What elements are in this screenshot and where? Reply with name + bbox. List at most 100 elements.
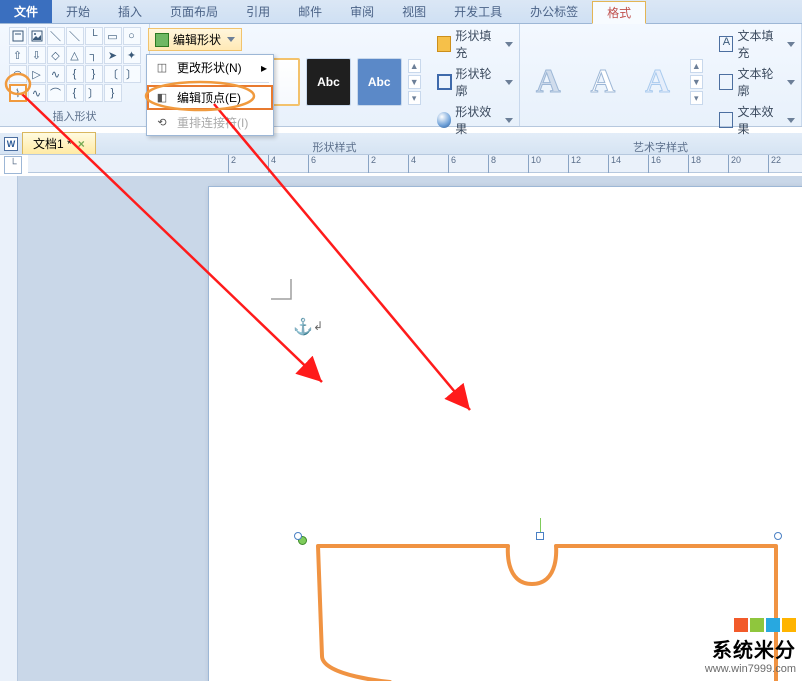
shape-curve-icon[interactable]: ∿ [28, 84, 46, 102]
group-insert-shapes: ＼ ＼ └ ▭ ○ ⇧ ⇩ ◇ △ ┐ ➤ ✦ ◠ ▷ ∿ { } 〔 〕 ⌇ [0, 24, 150, 126]
shape-triangle-icon[interactable]: △ [66, 46, 84, 64]
wordart-style-2[interactable]: A [581, 58, 626, 106]
tab-file-label: 文件 [14, 3, 38, 20]
margin-corner-icon [271, 279, 301, 309]
edit-shape-button[interactable]: 编辑形状 [148, 28, 242, 51]
wordart-style-3[interactable]: A [635, 58, 680, 106]
shape-fill-button[interactable]: 形状填充 [437, 27, 513, 61]
tab-page-layout[interactable]: 页面布局 [156, 0, 232, 23]
shape-flowchart-icon[interactable]: ◇ [47, 46, 65, 64]
chevron-down-icon [505, 42, 513, 47]
shape-wave-icon[interactable]: ∿ [47, 65, 65, 83]
effects-icon [437, 112, 452, 128]
shape-rect-icon[interactable]: ▭ [104, 27, 122, 45]
shape-brace2-icon[interactable]: { [66, 84, 84, 102]
shape-arrowhead-icon[interactable]: ➤ [104, 46, 122, 64]
tab-view[interactable]: 视图 [388, 0, 440, 23]
chevron-down-icon [227, 37, 235, 42]
chevron-down-icon [505, 80, 513, 85]
shape-arrow-down-icon[interactable]: ⇩ [28, 46, 46, 64]
shape-rbrace2-icon[interactable]: } [104, 84, 122, 102]
text-fill-button[interactable]: 文本填充 [719, 27, 795, 61]
shape-rbrace-icon[interactable]: } [85, 65, 103, 83]
menu-edit-points[interactable]: ◧ 编辑顶点(E) [147, 85, 273, 110]
shape-lbrace-icon[interactable]: { [66, 65, 84, 83]
text-effects-button[interactable]: 文本效果 [719, 103, 795, 137]
shape-elbow2-icon[interactable]: ┐ [85, 46, 103, 64]
text-outline-button[interactable]: 文本轮廓 [719, 65, 795, 99]
text-fill-icon [719, 36, 734, 52]
tab-file[interactable]: 文件 [0, 0, 52, 23]
edit-shape-dropdown: ◫ 更改形状(N) ▸ ◧ 编辑顶点(E) ⟲ 重排连接符(I) [146, 54, 274, 136]
ribbon: ＼ ＼ └ ▭ ○ ⇧ ⇩ ◇ △ ┐ ➤ ✦ ◠ ▷ ∿ { } 〔 〕 ⌇ [0, 24, 802, 127]
wordart-style-1[interactable]: A [526, 58, 571, 106]
watermark-url: www.win7999.com [705, 663, 796, 675]
shape-circle-icon[interactable]: ○ [123, 27, 141, 45]
tab-mailings[interactable]: 邮件 [284, 0, 336, 23]
tab-developer[interactable]: 开发工具 [440, 0, 516, 23]
chevron-down-icon [787, 118, 795, 123]
edit-shape-icon [155, 33, 169, 47]
ribbon-tab-strip: 文件 开始 插入 页面布局 引用 邮件 审阅 视图 开发工具 办公标签 格式 [0, 0, 802, 24]
pen-icon [437, 74, 452, 90]
page-area[interactable]: ⚓ ↲ [18, 176, 802, 681]
shape-star-icon[interactable]: ✦ [123, 46, 141, 64]
tab-home[interactable]: 开始 [52, 0, 104, 23]
shapes-gallery[interactable]: ＼ ＼ └ ▭ ○ ⇧ ⇩ ◇ △ ┐ ➤ ✦ ◠ ▷ ∿ { } 〔 〕 ⌇ [9, 27, 141, 102]
shape-style-3[interactable]: Abc [357, 58, 402, 106]
shape-line2-icon[interactable]: ＼ [66, 27, 84, 45]
watermark-text: 系统⽶分 [705, 634, 796, 663]
tab-insert[interactable]: 插入 [104, 0, 156, 23]
shape-textbox-icon[interactable] [9, 27, 27, 45]
chevron-right-icon: ▸ [261, 61, 267, 75]
shape-rbracket-icon[interactable]: 〕 [123, 65, 141, 83]
vertical-ruler[interactable] [0, 176, 18, 681]
tab-references[interactable]: 引用 [232, 0, 284, 23]
reroute-icon: ⟲ [153, 115, 171, 131]
shape-elbow-icon[interactable]: └ [85, 27, 103, 45]
watermark-logo [705, 618, 796, 632]
anchor-icon: ⚓ [293, 317, 313, 337]
shape-lbracket-icon[interactable]: 〔 [104, 65, 122, 83]
view-layout-icon[interactable]: └ [4, 156, 22, 174]
wordart-style-more[interactable]: ▲▼▾ [690, 59, 703, 105]
shape-outline-button[interactable]: 形状轮廓 [437, 65, 513, 99]
shape-triangle2-icon[interactable]: ▷ [28, 65, 46, 83]
text-effects-icon [719, 112, 734, 128]
workspace: ⚓ ↲ [0, 176, 802, 681]
shape-arrow-up-icon[interactable]: ⇧ [9, 46, 27, 64]
group-insert-shapes-title: 插入形状 [53, 106, 97, 124]
chevron-down-icon [505, 118, 513, 123]
group-wordart-styles: A A A ▲▼▾ 文本填充 文本轮廓 文本效果 艺术字样式 [520, 24, 802, 126]
tab-office-tabs[interactable]: 办公标签 [516, 0, 592, 23]
chevron-down-icon [787, 80, 795, 85]
document-tab[interactable]: 文档1 * × [22, 132, 96, 154]
shape-style-2[interactable]: Abc [306, 58, 351, 106]
close-icon[interactable]: × [78, 137, 85, 151]
change-shape-icon: ◫ [153, 60, 171, 76]
shape-image-icon[interactable] [28, 27, 46, 45]
paragraph-mark-icon: ↲ [313, 319, 323, 333]
shape-callout-icon[interactable]: ◠ [9, 65, 27, 83]
group-shape-styles-title: 形状样式 [313, 137, 357, 155]
word-doc-icon: W [4, 137, 18, 151]
tab-format[interactable]: 格式 [592, 1, 646, 24]
group-wordart-styles-title: 艺术字样式 [633, 137, 688, 155]
bucket-icon [437, 36, 452, 52]
edit-points-icon: ◧ [153, 90, 171, 106]
shape-line-icon[interactable]: ＼ [47, 27, 65, 45]
shape-freeform-icon[interactable]: ⌇ [9, 84, 27, 102]
edit-shape-label: 编辑形状 [173, 31, 221, 48]
document-tab-label: 文档1 * [33, 135, 72, 152]
menu-change-shape[interactable]: ◫ 更改形状(N) ▸ [147, 55, 273, 80]
shape-bracket2-icon[interactable]: 〕 [85, 84, 103, 102]
chevron-down-icon [787, 42, 795, 47]
tab-review[interactable]: 审阅 [336, 0, 388, 23]
horizontal-ruler[interactable]: 2 4 6 2 4 6 8 10 12 14 16 18 20 22 [28, 155, 802, 173]
text-outline-icon [719, 74, 734, 90]
shape-effects-button[interactable]: 形状效果 [437, 103, 513, 137]
shape-style-more[interactable]: ▲▼▾ [408, 59, 421, 105]
shape-arc-icon[interactable]: ⌒ [47, 84, 65, 102]
menu-reroute-connectors: ⟲ 重排连接符(I) [147, 110, 273, 135]
watermark: 系统⽶分 www.win7999.com [705, 618, 796, 675]
